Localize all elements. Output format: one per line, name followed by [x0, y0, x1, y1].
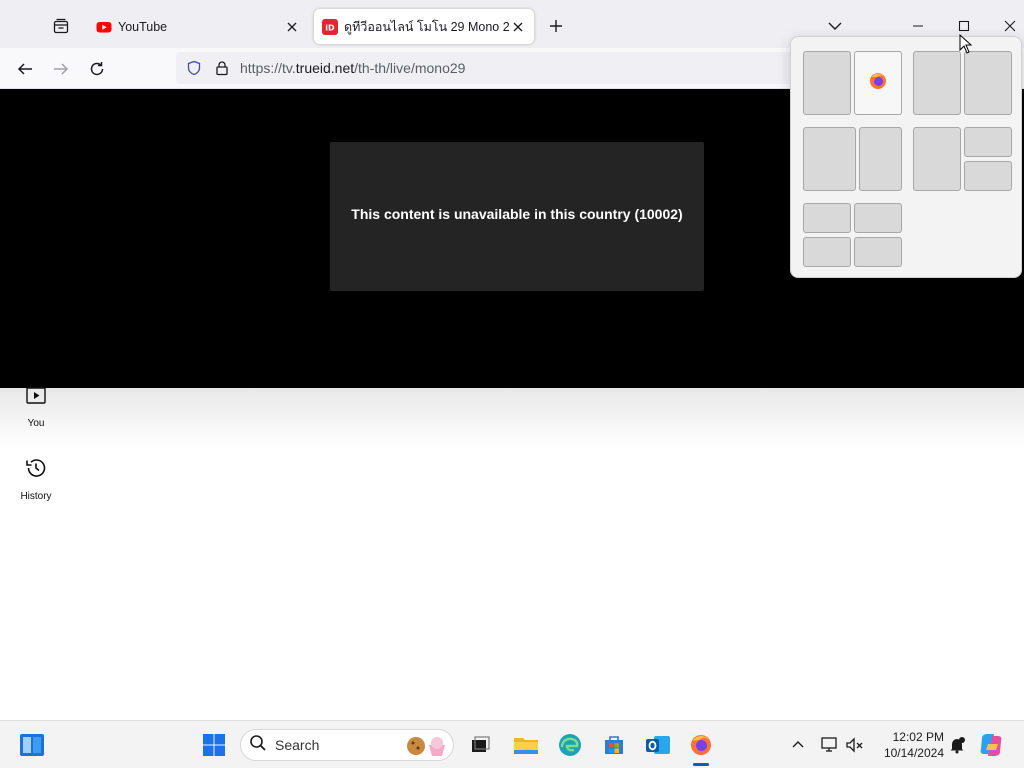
mouse-cursor-icon [959, 33, 973, 54]
file-explorer-icon[interactable] [511, 730, 541, 760]
trueid-icon: iD [322, 18, 338, 35]
taskbar-search[interactable]: Search [240, 729, 454, 761]
firefox-view-icon[interactable] [48, 14, 74, 38]
svg-text:iD: iD [325, 23, 335, 32]
firefox-icon [868, 71, 888, 96]
playlist-play-icon [25, 385, 47, 412]
system-clock[interactable]: 12:02 PM 10/14/2024 [872, 729, 944, 761]
url-text: https://tv.trueid.net/th-th/live/mono29 [240, 60, 466, 76]
snap-zone-top-right[interactable] [964, 127, 1012, 157]
snap-zone-quadrant-tl[interactable] [803, 203, 851, 233]
clock-time: 12:02 PM [892, 730, 944, 744]
tab-mono29[interactable]: iD ดูทีวีออนไลน์ โมโน 29 Mono 29 - [314, 9, 534, 44]
snap-zone-right[interactable] [964, 51, 1012, 115]
page-shadow [0, 388, 1024, 448]
reload-icon[interactable] [84, 56, 110, 82]
start-icon[interactable] [199, 730, 229, 760]
clock-date: 10/14/2024 [883, 746, 944, 760]
search-label: Search [275, 737, 320, 753]
snap-zone-quadrant-bl[interactable] [803, 237, 851, 267]
tab-title: ดูทีวีออนไลน์ โมโน 29 Mono 29 - [344, 19, 510, 34]
copilot-icon[interactable] [976, 730, 1006, 760]
snap-zone-right-half[interactable] [854, 51, 902, 115]
taskbar: Search 12:02 PM 10/14/2024 [0, 720, 1024, 768]
snap-zone-wide-left[interactable] [803, 127, 856, 191]
edge-icon[interactable] [555, 730, 585, 760]
tab-youtube[interactable]: YouTube [88, 9, 308, 44]
outlook-icon[interactable] [643, 730, 673, 760]
history-icon [24, 456, 48, 485]
sidebar-item-you[interactable]: You [0, 385, 72, 429]
show-hidden-icons-icon[interactable] [783, 730, 813, 760]
tracking-protection-shield-icon[interactable] [184, 58, 204, 78]
address-bar[interactable]: https://tv.trueid.net/th-th/live/mono29 [176, 52, 796, 84]
snap-layouts-flyout [790, 36, 1022, 278]
search-icon [249, 734, 267, 757]
youtube-icon [96, 19, 112, 35]
sidebar-item-history[interactable]: History [0, 456, 72, 502]
snap-zone-left-half[interactable] [803, 51, 851, 115]
new-tab-icon[interactable] [544, 14, 568, 38]
task-view-icon[interactable] [465, 730, 495, 760]
snap-zone-left-tall[interactable] [913, 127, 961, 191]
microsoft-store-icon[interactable] [599, 730, 629, 760]
widgets-icon[interactable] [17, 730, 47, 760]
close-tab-icon[interactable] [510, 19, 526, 35]
forward-icon[interactable] [48, 56, 74, 82]
sidebar-item-label: You [27, 418, 45, 429]
error-message: This content is unavailable in this coun… [351, 206, 683, 222]
tab-title: YouTube [118, 19, 168, 34]
snap-zone-left[interactable] [913, 51, 961, 115]
close-tab-icon[interactable] [284, 19, 300, 35]
snap-zone-bottom-right[interactable] [964, 161, 1012, 191]
notification-bell-icon[interactable] [942, 730, 972, 760]
sidebar-item-label: History [20, 491, 52, 502]
active-app-indicator [693, 763, 709, 766]
list-all-tabs-icon[interactable] [824, 16, 846, 36]
snap-zone-quadrant-br[interactable] [854, 237, 902, 267]
error-message-box: This content is unavailable in this coun… [330, 142, 704, 291]
firefox-icon[interactable] [686, 730, 716, 760]
back-icon[interactable] [12, 56, 38, 82]
lock-icon[interactable] [212, 58, 232, 78]
search-highlight-cookies-icon [405, 735, 447, 757]
snap-zone-narrow-right[interactable] [859, 127, 902, 191]
volume-muted-icon[interactable] [840, 730, 870, 760]
snap-zone-quadrant-tr[interactable] [854, 203, 902, 233]
